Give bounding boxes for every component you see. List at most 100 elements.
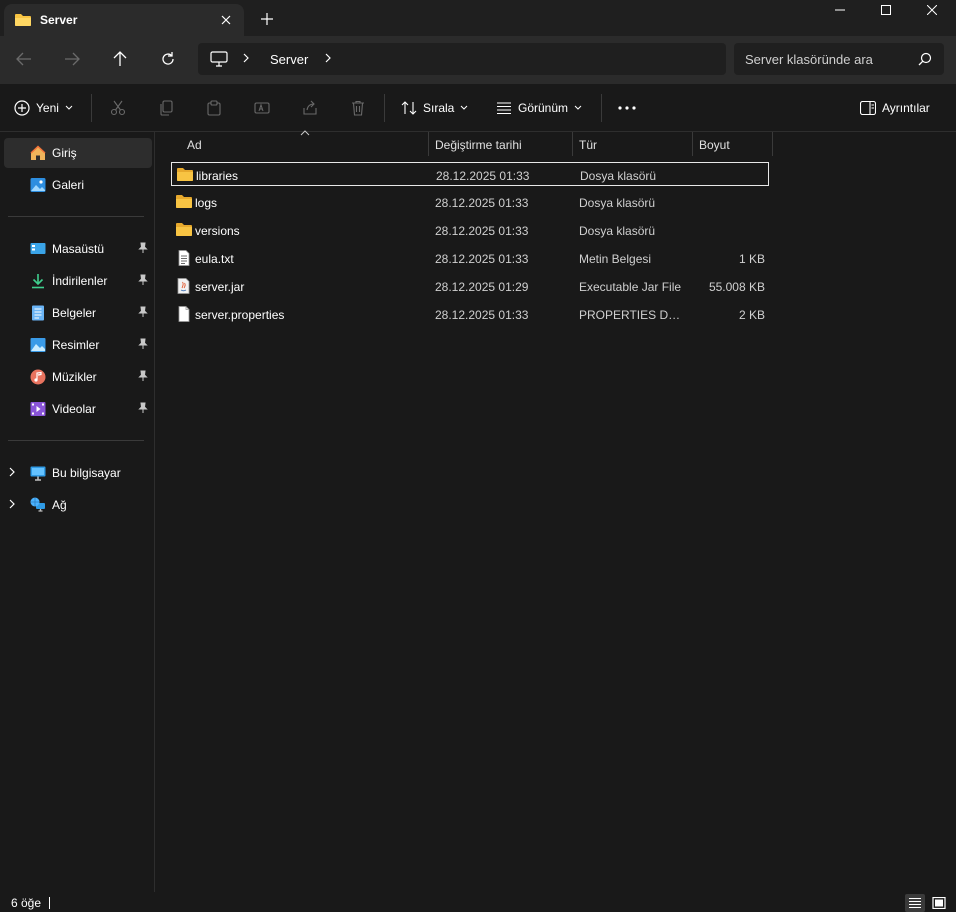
column-separator[interactable] — [772, 132, 773, 156]
column-header-date[interactable]: Değiştirme tarihi — [429, 132, 572, 156]
search-icon[interactable] — [918, 52, 932, 69]
folder-icon — [175, 194, 193, 212]
file-size: 2 KB — [738, 308, 765, 322]
rename-icon — [254, 102, 270, 114]
refresh-icon — [162, 52, 174, 65]
chevron-right-icon[interactable] — [242, 52, 250, 67]
file-date: 28.12.2025 01:33 — [435, 308, 529, 322]
up-button[interactable] — [105, 46, 135, 72]
music-icon — [30, 369, 46, 385]
sidebar-item-documents[interactable]: Belgeler — [4, 298, 152, 328]
file-size: 55.008 KB — [708, 280, 765, 294]
file-row-eula[interactable]: eula.txt 28.12.2025 01:33 Metin Belgesi … — [171, 246, 769, 270]
file-row-libraries[interactable]: libraries 28.12.2025 01:33 Dosya klasörü — [171, 162, 769, 186]
search-input[interactable] — [734, 43, 914, 75]
file-row-server-jar[interactable]: server.jar 28.12.2025 01:29 Executable J… — [171, 274, 769, 298]
text-file-icon — [175, 250, 193, 269]
file-row-versions[interactable]: versions 28.12.2025 01:33 Dosya klasörü — [171, 218, 769, 242]
plus-circle-icon — [14, 100, 30, 116]
pin-icon[interactable] — [138, 370, 148, 385]
address-bar[interactable]: Server — [198, 43, 726, 75]
pin-icon[interactable] — [138, 274, 148, 289]
back-button[interactable] — [9, 46, 39, 72]
column-header-label: Değiştirme tarihi — [435, 138, 522, 152]
pin-icon[interactable] — [138, 242, 148, 257]
paste-icon — [207, 100, 221, 116]
minimize-button[interactable] — [817, 0, 863, 20]
sidebar-item-this-pc[interactable]: Bu bilgisayar — [4, 458, 152, 488]
paste-button[interactable] — [206, 96, 222, 120]
refresh-button[interactable] — [153, 46, 183, 72]
folder-icon — [14, 12, 32, 31]
command-bar: Yeni Sırala Görünüm Ayrıntılar — [0, 84, 956, 132]
separator — [601, 94, 602, 122]
sidebar-item-pictures[interactable]: Resimler — [4, 330, 152, 360]
file-row-logs[interactable]: logs 28.12.2025 01:33 Dosya klasörü — [171, 190, 769, 214]
file-name: server.properties — [195, 308, 285, 322]
pin-icon[interactable] — [138, 338, 148, 353]
address-row: Server — [0, 36, 956, 84]
sidebar-item-home[interactable]: Giriş — [4, 138, 152, 168]
home-icon — [30, 145, 46, 161]
chevron-down-icon — [461, 105, 468, 110]
close-tab-button[interactable] — [216, 10, 236, 30]
sort-ascending-icon — [300, 130, 310, 136]
delete-button[interactable] — [350, 96, 366, 120]
sidebar-item-downloads[interactable]: İndirilenler — [4, 266, 152, 296]
item-count: 6 öğe — [11, 896, 42, 910]
sidebar-item-videos[interactable]: Videolar — [4, 394, 152, 424]
separator — [91, 94, 92, 122]
sort-button[interactable]: Sırala — [401, 96, 468, 120]
sidebar-item-music[interactable]: Müzikler — [4, 362, 152, 392]
minimize-icon — [835, 9, 845, 11]
separator — [384, 94, 385, 122]
chevron-right-icon[interactable] — [8, 498, 16, 513]
new-button[interactable]: Yeni — [14, 96, 73, 120]
new-tab-button[interactable] — [256, 8, 278, 30]
sidebar-item-label: İndirilenler — [52, 274, 108, 288]
copy-icon — [160, 100, 173, 116]
search-box[interactable] — [734, 43, 944, 75]
chevron-right-icon[interactable] — [8, 466, 16, 481]
pin-icon[interactable] — [138, 402, 148, 417]
breadcrumb-server[interactable]: Server — [270, 52, 308, 67]
cut-icon — [110, 100, 126, 116]
file-name: versions — [195, 224, 240, 238]
details-view-button[interactable] — [905, 894, 925, 912]
share-button[interactable] — [302, 96, 318, 120]
pin-icon[interactable] — [138, 306, 148, 321]
view-button[interactable]: Görünüm — [496, 96, 582, 120]
file-date: 28.12.2025 01:33 — [436, 169, 530, 183]
more-button[interactable] — [618, 96, 636, 120]
file-type: PROPERTIES Dosy... — [579, 308, 685, 322]
sort-icon — [401, 101, 417, 115]
videos-icon — [30, 401, 46, 417]
column-header-size[interactable]: Boyut — [693, 132, 772, 156]
file-row-server-properties[interactable]: server.properties 28.12.2025 01:33 PROPE… — [171, 302, 769, 326]
file-type: Dosya klasörü — [579, 196, 656, 210]
new-label: Yeni — [36, 101, 59, 115]
sidebar-item-label: Müzikler — [52, 370, 97, 384]
pictures-icon — [30, 337, 46, 353]
rename-button[interactable] — [254, 96, 270, 120]
chevron-down-icon — [574, 105, 582, 110]
folder-icon — [176, 167, 194, 185]
copy-button[interactable] — [158, 96, 174, 120]
folder-icon — [175, 222, 193, 240]
maximize-button[interactable] — [863, 0, 909, 20]
sidebar-item-network[interactable]: Ağ — [4, 490, 152, 520]
close-window-button[interactable] — [909, 0, 955, 20]
sidebar-item-desktop[interactable]: Masaüstü — [4, 234, 152, 264]
chevron-right-icon[interactable] — [324, 52, 332, 67]
maximize-icon — [881, 5, 891, 15]
details-pane-button[interactable]: Ayrıntılar — [860, 96, 930, 120]
status-divider — [49, 897, 50, 909]
cut-button[interactable] — [110, 96, 126, 120]
plus-icon — [261, 13, 273, 25]
column-header-type[interactable]: Tür — [573, 132, 692, 156]
column-header-name[interactable]: Ad — [156, 130, 428, 156]
tiles-view-button[interactable] — [929, 894, 949, 912]
forward-button[interactable] — [57, 46, 87, 72]
sidebar-item-gallery[interactable]: Galeri — [4, 170, 152, 200]
tab-server[interactable]: Server — [4, 4, 244, 36]
